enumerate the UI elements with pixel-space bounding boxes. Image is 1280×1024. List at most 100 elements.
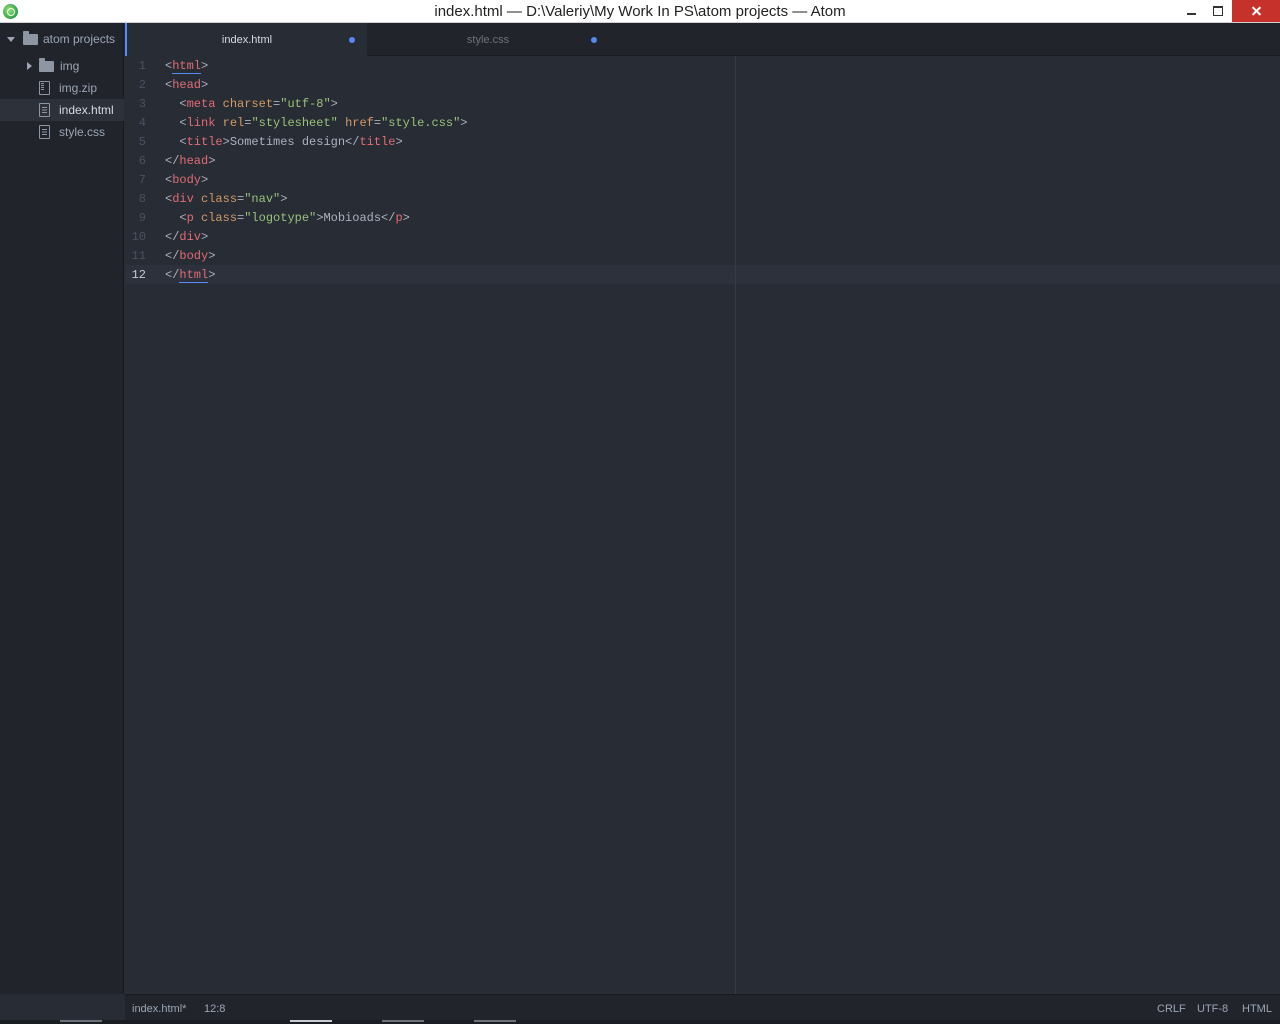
code-line[interactable]: 8 <div class="nav"> [125, 190, 1280, 209]
code-text: <p class="logotype">Mobioads</p> [165, 209, 409, 228]
code-token: < [165, 97, 187, 111]
tab-bar: index.html style.css [125, 23, 1280, 57]
taskbar-item[interactable] [290, 1020, 332, 1022]
code-token: >Mobioads</ [316, 211, 396, 225]
code-text: </body> [165, 247, 215, 266]
line-number: 7 [138, 173, 146, 187]
close-button[interactable] [1232, 0, 1280, 22]
code-token: html [179, 268, 209, 283]
code-line[interactable]: 5 <title>Sometimes design</title> [125, 133, 1280, 152]
code-token: div [179, 230, 202, 244]
code-token: = [373, 116, 382, 130]
code-token: body [179, 249, 209, 263]
code-line[interactable]: 6 </head> [125, 152, 1280, 171]
line-number: 11 [131, 249, 146, 263]
code-line[interactable]: 10 </div> [125, 228, 1280, 247]
project-root[interactable]: atom projects [0, 28, 124, 50]
chevron-right-icon [27, 62, 32, 70]
code-line[interactable]: 3 <meta charset="utf-8"> [125, 95, 1280, 114]
code-token: < [165, 135, 187, 149]
code-token: div [172, 192, 194, 206]
code-token: > [201, 230, 209, 244]
tree-item-label: index.html [59, 103, 114, 117]
status-line-ending[interactable]: CRLF [1157, 1003, 1186, 1015]
tree-item-img-zip[interactable]: img.zip [0, 77, 124, 99]
status-grammar[interactable]: HTML [1242, 1003, 1272, 1015]
tab-index-html[interactable]: index.html [125, 23, 367, 57]
status-encoding[interactable]: UTF-8 [1197, 1003, 1228, 1015]
code-token: > [395, 135, 403, 149]
taskbar-strip [0, 1020, 1280, 1024]
file-icon [39, 125, 50, 139]
code-token: meta [186, 97, 216, 111]
tree-item-style-css[interactable]: style.css [0, 121, 124, 143]
code-token: href [345, 116, 374, 130]
code-token: title [186, 135, 223, 149]
zip-file-icon [39, 81, 50, 95]
tree-view: atom projects img img.zip index.html sty… [0, 23, 124, 994]
tab-style-css[interactable]: style.css [367, 23, 609, 56]
code-text: </head> [165, 152, 215, 171]
folder-icon [23, 30, 38, 45]
code-token: > [201, 78, 209, 92]
code-token: body [172, 173, 202, 187]
code-text: <html> [165, 57, 208, 76]
code-token: </ [165, 249, 180, 263]
code-text: <div class="nav"> [165, 190, 287, 209]
code-token: head [179, 154, 209, 168]
code-token: charset [222, 97, 274, 111]
line-number: 8 [138, 192, 146, 206]
code-token: < [165, 116, 187, 130]
code-line[interactable]: 4 <link rel="stylesheet" href="style.css… [125, 114, 1280, 133]
status-cursor-position[interactable]: 12:8 [204, 1003, 225, 1015]
code-token: > [208, 249, 216, 263]
code-line[interactable]: 11 </body> [125, 247, 1280, 266]
modified-dot-icon[interactable] [591, 37, 597, 43]
project-root-label: atom projects [43, 32, 116, 46]
code-text: <head> [165, 76, 208, 95]
code-token: > [201, 59, 209, 73]
modified-dot-icon[interactable] [349, 37, 355, 43]
code-token: class [201, 211, 238, 225]
code-line[interactable]: 2 <head> [125, 76, 1280, 95]
code-line[interactable]: 9 <p class="logotype">Mobioads</p> [125, 209, 1280, 228]
code-token: < [165, 211, 187, 225]
chevron-down-icon [7, 36, 15, 42]
tree-item-index-html[interactable]: index.html [0, 99, 124, 121]
line-number: 3 [138, 97, 146, 111]
code-token: head [172, 78, 202, 92]
code-line[interactable]: 7 <body> [125, 171, 1280, 190]
code-token: > [201, 173, 209, 187]
code-token: p [395, 211, 403, 225]
file-icon [39, 103, 50, 117]
code-token: class [201, 192, 238, 206]
minimize-button[interactable] [1178, 0, 1204, 22]
code-token: "stylesheet" [251, 116, 338, 130]
code-token: </ [165, 230, 180, 244]
taskbar-item[interactable] [474, 1020, 516, 1022]
code-token: p [186, 211, 194, 225]
code-editor[interactable]: 1 <html> 2 <head> 3 <meta charset="utf-8"> 4 … [125, 56, 1280, 994]
taskbar-item[interactable] [60, 1020, 102, 1022]
line-number: 12 [131, 268, 146, 282]
code-token: > [208, 154, 216, 168]
code-text: </html> [165, 266, 215, 285]
tree-item-label: img.zip [59, 81, 98, 95]
code-token: </ [165, 268, 180, 282]
restore-button[interactable] [1205, 0, 1231, 22]
code-line[interactable]: 1 <html> [125, 57, 1280, 76]
code-line[interactable]: 12 </html> [125, 266, 1280, 285]
code-text: <title>Sometimes design</title> [165, 133, 403, 152]
status-file-name[interactable]: index.html* [132, 1003, 186, 1015]
code-text: <link rel="stylesheet" href="style.css"> [165, 114, 467, 133]
tree-item-img-folder[interactable]: img [0, 55, 124, 77]
taskbar-item[interactable] [382, 1020, 424, 1022]
code-text: <body> [165, 171, 208, 190]
line-number: 9 [138, 211, 146, 225]
code-token: > [208, 268, 216, 282]
code-token: link [186, 116, 216, 130]
line-number: 6 [138, 154, 146, 168]
